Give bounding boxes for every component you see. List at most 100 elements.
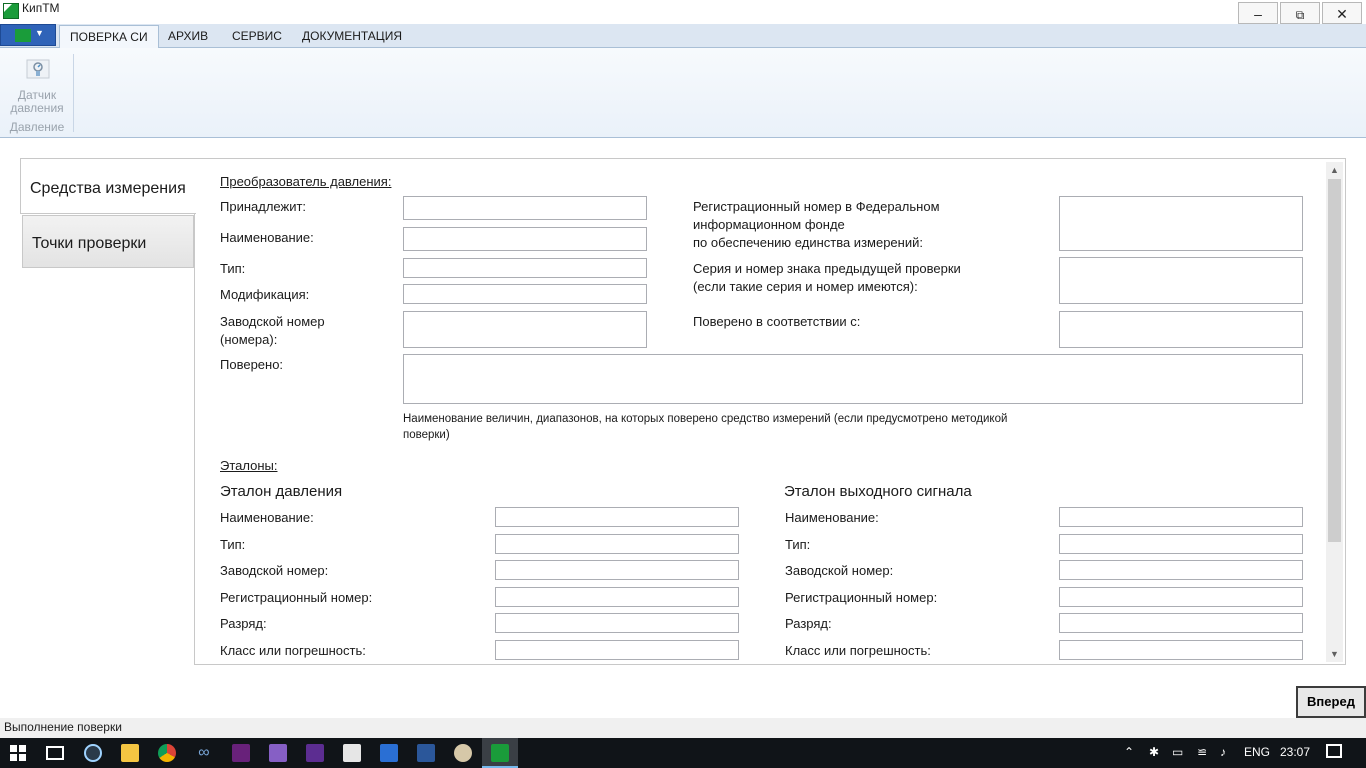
output-std-reg-input[interactable]	[1059, 587, 1303, 607]
standards-section-title: Эталоны:	[220, 458, 278, 473]
pressure-std-serial-input[interactable]	[495, 560, 739, 580]
reg-number-label: Регистрационный номер в Федеральном инфо…	[693, 198, 940, 252]
vertical-scrollbar[interactable]: ▲ ▼	[1326, 162, 1343, 662]
verified-input[interactable]	[403, 354, 1303, 404]
scroll-thumb[interactable]	[1328, 179, 1341, 542]
pressure-sensor-button-label[interactable]: Датчик давления	[6, 89, 68, 115]
app-logo-icon	[3, 3, 19, 19]
tab-documentation[interactable]: ДОКУМЕНТАЦИЯ	[292, 25, 412, 48]
type-label: Тип:	[220, 261, 246, 276]
output-standard-title: Эталон выходного сигнала	[784, 483, 972, 500]
pressure-std-name-label: Наименование:	[220, 510, 314, 525]
pressure-std-name-input[interactable]	[495, 507, 739, 527]
pressure-sensor-icon[interactable]	[26, 58, 50, 80]
owner-label: Принадлежит:	[220, 199, 307, 214]
chrome-icon[interactable]	[158, 744, 176, 762]
settings-app-icon[interactable]	[84, 744, 102, 762]
save-app-icon[interactable]	[380, 744, 398, 762]
serial-label-line1: Заводской номер	[220, 314, 325, 329]
file-explorer-icon[interactable]	[121, 744, 139, 762]
name-input[interactable]	[403, 227, 647, 251]
pressure-std-serial-label: Заводской номер:	[220, 563, 329, 578]
battery-icon[interactable]: ▭	[1172, 745, 1183, 759]
side-tab-measuring-instruments[interactable]: Средства измерения	[20, 158, 196, 214]
visual-studio-2-icon[interactable]	[269, 744, 287, 762]
verified-hint: Наименование величин, диапазонов, на кот…	[403, 411, 1007, 443]
modification-label: Модификация:	[220, 287, 310, 302]
pressure-sensor-label-line2: давления	[10, 101, 64, 115]
close-button[interactable]: ✕	[1322, 2, 1362, 24]
serial-input[interactable]	[403, 311, 647, 348]
window-title: КипТМ	[22, 1, 60, 15]
output-std-type-input[interactable]	[1059, 534, 1303, 554]
verified-hint-line1: Наименование величин, диапазонов, на кот…	[403, 413, 1008, 425]
windows-start-icon[interactable]	[10, 745, 26, 761]
task-view-icon[interactable]	[46, 746, 64, 760]
pressure-std-accuracy-label: Класс или погрешность:	[220, 643, 366, 658]
chevron-up-icon[interactable]: ⌃	[1124, 745, 1134, 759]
tab-poverka-si[interactable]: ПОВЕРКА СИ	[59, 25, 159, 49]
owner-input[interactable]	[403, 196, 647, 220]
reg-number-input[interactable]	[1059, 196, 1303, 251]
visual-studio-3-icon[interactable]	[306, 744, 324, 762]
serial-label-line2: (номера):	[220, 332, 278, 347]
clock[interactable]: 23:07	[1280, 745, 1310, 759]
bluetooth-icon[interactable]: ✱	[1149, 745, 1159, 759]
output-std-accuracy-input[interactable]	[1059, 640, 1303, 660]
output-std-name-label: Наименование:	[785, 510, 879, 525]
close-icon: ✕	[1336, 6, 1348, 22]
pressure-standard-title: Эталон давления	[220, 483, 343, 500]
notifications-icon[interactable]	[1326, 744, 1342, 758]
tab-service[interactable]: СЕРВИС	[222, 25, 292, 48]
tab-archive[interactable]: АРХИВ	[158, 25, 218, 48]
output-std-serial-input[interactable]	[1059, 560, 1303, 580]
paint-icon[interactable]	[454, 744, 472, 762]
converter-section-title: Преобразователь давления:	[220, 174, 392, 189]
pressure-std-rank-label: Разряд:	[220, 616, 267, 631]
visual-studio-icon[interactable]	[232, 744, 250, 762]
verified-hint-line2: поверки)	[403, 429, 450, 441]
link-app-icon[interactable]: ∞	[195, 744, 213, 762]
kiptm-taskbar-icon[interactable]	[491, 744, 509, 762]
serial-label: Заводской номер (номера):	[220, 313, 325, 349]
pressure-std-type-input[interactable]	[495, 534, 739, 554]
output-std-serial-label: Заводской номер:	[785, 563, 894, 578]
wifi-icon[interactable]: ≌	[1197, 745, 1207, 759]
prev-mark-label: Серия и номер знака предыдущей проверки …	[693, 260, 961, 296]
scroll-down-icon[interactable]: ▼	[1326, 646, 1343, 662]
next-button[interactable]: Вперед	[1296, 686, 1366, 718]
pressure-sensor-label-line1: Датчик	[17, 88, 57, 102]
ribbon-separator	[73, 54, 74, 132]
pressure-std-reg-input[interactable]	[495, 587, 739, 607]
minimize-button[interactable]: –	[1238, 2, 1278, 24]
pressure-std-reg-label: Регистрационный номер:	[220, 590, 373, 605]
language-indicator[interactable]: ENG	[1244, 745, 1270, 759]
name-label: Наименование:	[220, 230, 314, 245]
output-std-rank-input[interactable]	[1059, 613, 1303, 633]
scroll-up-icon[interactable]: ▲	[1326, 162, 1343, 178]
reg-label-line3: по обеспечению единства измерений:	[693, 235, 923, 250]
side-tab-check-points[interactable]: Точки проверки	[22, 215, 194, 268]
pressure-std-accuracy-input[interactable]	[495, 640, 739, 660]
mail-icon[interactable]	[343, 744, 361, 762]
status-text: Выполнение поверки	[4, 720, 122, 734]
restore-icon: ⧉	[1295, 8, 1305, 22]
prev-mark-input[interactable]	[1059, 257, 1303, 304]
word-icon[interactable]	[417, 744, 435, 762]
verified-according-label: Поверено в соответствии с:	[693, 314, 861, 329]
type-input[interactable]	[403, 258, 647, 278]
status-bar: Выполнение поверки	[0, 718, 1366, 738]
reg-label-line2: информационном фонде	[693, 217, 845, 232]
restore-button[interactable]: ⧉	[1280, 2, 1320, 24]
output-std-reg-label: Регистрационный номер:	[785, 590, 938, 605]
volume-icon[interactable]: ♪	[1220, 745, 1226, 759]
output-std-name-input[interactable]	[1059, 507, 1303, 527]
pressure-std-rank-input[interactable]	[495, 613, 739, 633]
app-menu-button[interactable]: ▼	[0, 24, 56, 46]
modification-input[interactable]	[403, 284, 647, 304]
pressure-std-type-label: Тип:	[220, 537, 246, 552]
verified-according-input[interactable]	[1059, 311, 1303, 348]
chevron-down-icon: ▼	[35, 28, 44, 38]
minimize-icon: –	[1254, 6, 1262, 22]
output-std-rank-label: Разряд:	[785, 616, 832, 631]
